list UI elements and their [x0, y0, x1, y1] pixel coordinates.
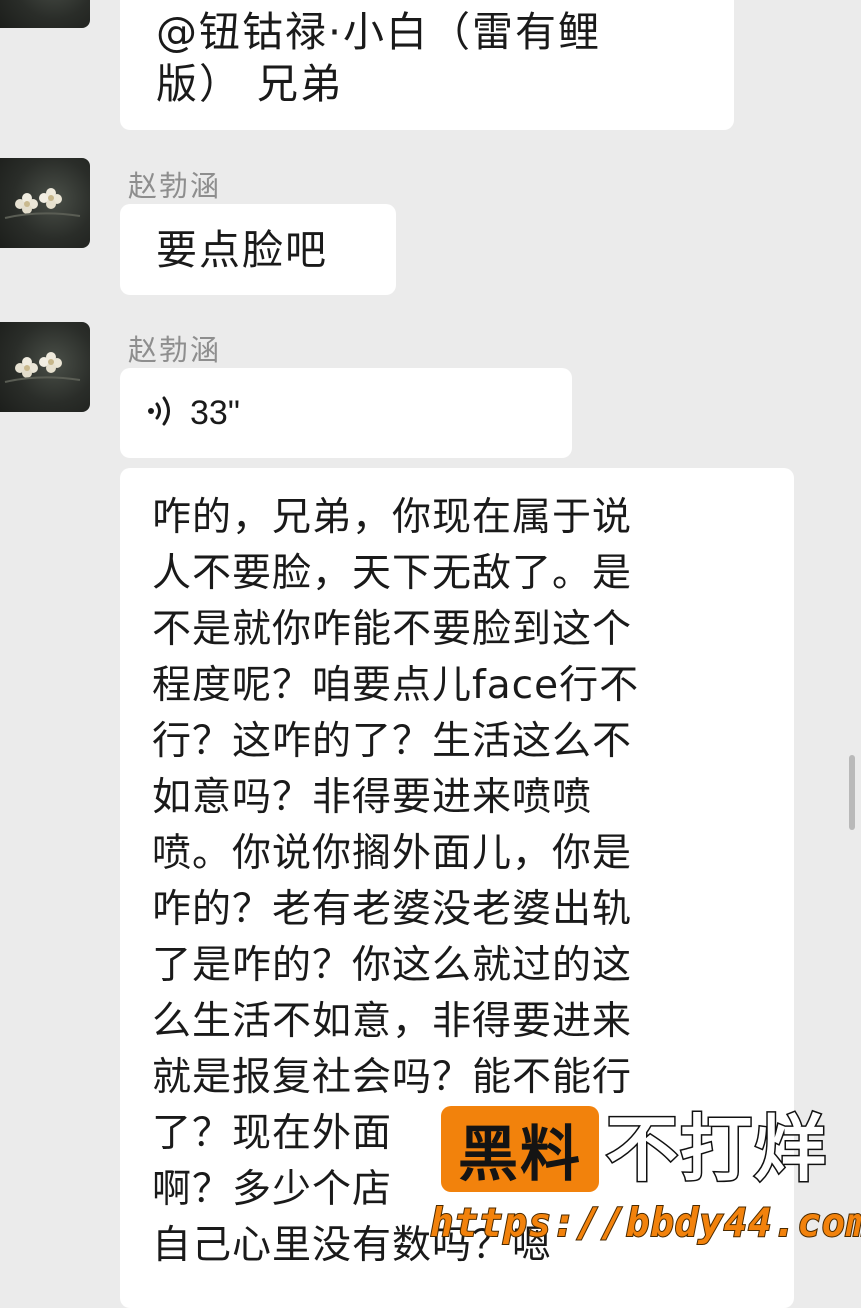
message-text-line: 么生活不如意，非得要进来 — [152, 999, 633, 1044]
avatar[interactable] — [0, 322, 90, 412]
sender-name: 赵勃涵 — [128, 169, 222, 203]
message-bubble[interactable]: 要点脸吧 — [120, 204, 396, 295]
voice-duration: 33" — [190, 393, 240, 432]
message-text-line: 版） 兄弟 — [156, 60, 344, 108]
message-text-line: 行？这咋的了？生活这么不 — [152, 719, 633, 764]
message-text-line: 如意吗？非得要进来喷喷 — [152, 775, 593, 820]
message-bubble[interactable]: @钮钴禄·小白（雷有鲤 版） 兄弟 — [120, 0, 734, 130]
watermark-url: https://bbdy44.com — [429, 1200, 861, 1247]
avatar[interactable] — [0, 158, 90, 248]
message-text-line: 程度呢？咱要点儿face行不 — [152, 663, 640, 708]
message-text-line: 咋的？老有老婆没老婆出轨 — [152, 887, 633, 932]
watermark-logo: 黑料 — [441, 1106, 599, 1192]
voice-message-bubble[interactable]: 33" — [120, 368, 572, 458]
message-text-line: @钮钴禄·小白（雷有鲤 — [156, 8, 602, 56]
message-text-line: 喷。你说你搁外面儿，你是 — [152, 831, 633, 876]
sender-name: 赵勃涵 — [128, 333, 222, 367]
message-text-line: 人不要脸，天下无敌了。是 — [152, 551, 633, 596]
watermark-brand: 不打烊 — [604, 1106, 829, 1193]
voice-wave-icon — [146, 394, 176, 432]
avatar[interactable] — [0, 0, 90, 28]
message-text-line: 不是就你咋能不要脸到这个 — [152, 607, 633, 652]
message-text-line: 就是报复社会吗？能不能行 — [152, 1055, 633, 1100]
message-text-line: 咋的，兄弟，你现在属于说 — [152, 495, 633, 540]
message-text: 要点脸吧 — [156, 226, 328, 274]
message-text-line: 了是咋的？你这么就过的这 — [152, 943, 633, 988]
scrollbar[interactable] — [849, 755, 855, 830]
